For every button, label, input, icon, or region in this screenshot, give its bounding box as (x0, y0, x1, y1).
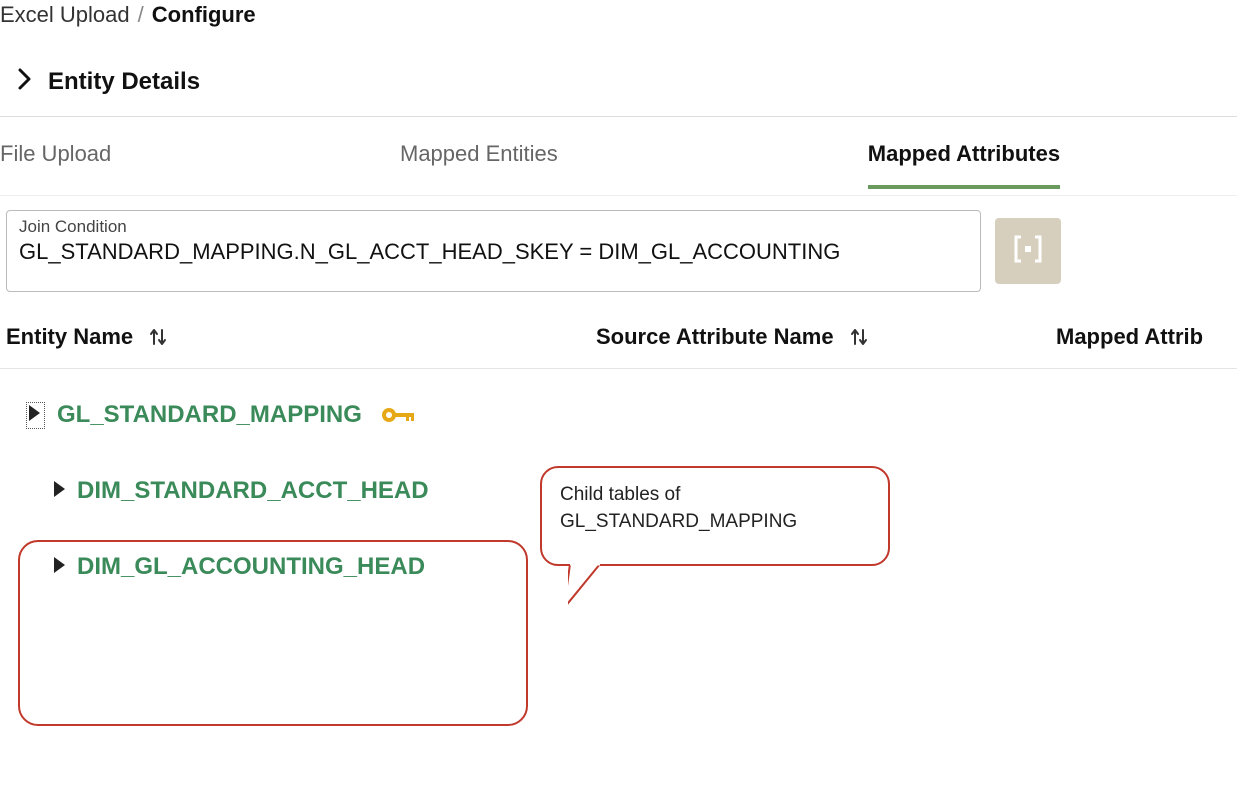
column-source-attribute[interactable]: Source Attribute Name (596, 324, 834, 350)
join-condition-input[interactable]: Join Condition GL_STANDARD_MAPPING.N_GL_… (6, 210, 981, 292)
tab-mapped-entities[interactable]: Mapped Entities (400, 141, 558, 185)
entity-name[interactable]: GL_STANDARD_MAPPING (57, 401, 362, 429)
join-condition-value: GL_STANDARD_MAPPING.N_GL_ACCT_HEAD_SKEY … (19, 239, 968, 265)
brackets-icon (1010, 231, 1046, 272)
tab-mapped-attributes[interactable]: Mapped Attributes (868, 141, 1060, 189)
sort-icon[interactable] (147, 326, 169, 348)
join-builder-button[interactable] (995, 218, 1061, 284)
tab-file-upload[interactable]: File Upload (0, 141, 130, 185)
column-mapped-attribute[interactable]: Mapped Attrib (1056, 324, 1203, 349)
column-entity-name[interactable]: Entity Name (6, 324, 133, 350)
entity-details-header[interactable]: Entity Details (0, 28, 1237, 116)
tab-bar: File Upload Mapped Entities Mapped Attri… (0, 116, 1237, 196)
triangle-right-icon (54, 481, 65, 497)
join-condition-row: Join Condition GL_STANDARD_MAPPING.N_GL_… (0, 196, 1237, 306)
entity-name[interactable]: DIM_STANDARD_ACCT_HEAD (77, 477, 429, 505)
key-icon (380, 404, 418, 426)
annotation-callout: Child tables of GL_STANDARD_MAPPING (540, 466, 890, 566)
chevron-right-icon (18, 68, 32, 96)
callout-line1: Child tables of (560, 482, 870, 509)
column-header-row: Entity Name Source Attribute Name Mapped… (0, 306, 1237, 369)
section-title: Entity Details (48, 68, 200, 96)
callout-line2: GL_STANDARD_MAPPING (560, 509, 870, 536)
breadcrumb-parent[interactable]: Excel Upload (0, 2, 130, 28)
sort-icon[interactable] (848, 326, 870, 348)
breadcrumb-current: Configure (152, 2, 256, 28)
join-condition-label: Join Condition (19, 217, 968, 237)
callout-tail-icon (568, 564, 628, 614)
breadcrumb: Excel Upload / Configure (0, 0, 1237, 28)
entity-row-parent[interactable]: GL_STANDARD_MAPPING (26, 395, 1237, 435)
triangle-right-icon (29, 405, 40, 421)
annotation-box (18, 540, 528, 726)
expand-toggle[interactable] (26, 402, 45, 429)
expand-toggle[interactable] (54, 481, 65, 502)
breadcrumb-separator: / (138, 2, 144, 28)
